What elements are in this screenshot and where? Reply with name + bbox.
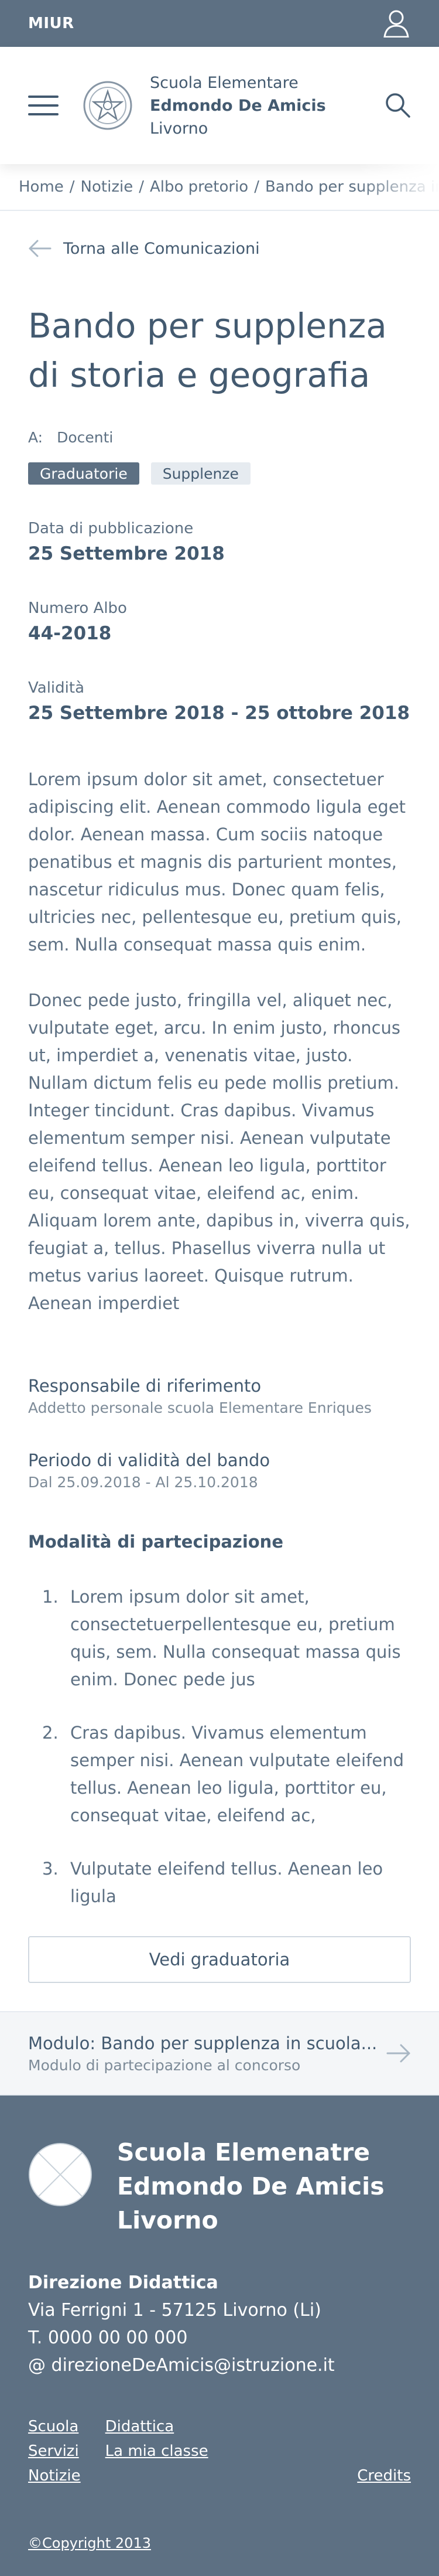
meta-value: 44-2018 bbox=[28, 623, 112, 644]
info-value: Addetto personale scuola Elementare Enri… bbox=[28, 1399, 372, 1416]
body-paragraph: Lorem ipsum dolor sit amet, consectetuer… bbox=[28, 769, 406, 955]
module-text: Modulo: Bando per supplenza in scuola...… bbox=[28, 2033, 377, 2074]
back-link-label: Torna alle Comunicazioni bbox=[63, 239, 260, 258]
back-link[interactable]: Torna alle Comunicazioni bbox=[28, 237, 439, 260]
breadcrumb-current[interactable]: Bando per supplenza in scuola elementare bbox=[265, 178, 439, 196]
contacts-title: Direzione Didattica bbox=[28, 2272, 218, 2293]
meta-validity: Validità 25 Settembre 2018 - 25 ottobre … bbox=[28, 679, 411, 724]
user-icon[interactable] bbox=[382, 9, 411, 38]
school-line-1: Scuola Elementare bbox=[150, 73, 299, 92]
meta-publication-date: Data di pubblicazione 25 Settembre 2018 bbox=[28, 520, 411, 564]
breadcrumb-notizie[interactable]: Notizie bbox=[81, 178, 133, 196]
meta-label: Numero Albo bbox=[28, 599, 127, 617]
hamburger-icon[interactable] bbox=[28, 96, 59, 115]
module-link[interactable]: Modulo: Bando per supplenza in scuola...… bbox=[0, 2011, 439, 2095]
breadcrumb-separator: / bbox=[254, 178, 259, 196]
step-text: Cras dapibus. Vivamus elementum semper n… bbox=[70, 1723, 404, 1825]
page-title: Bando per supplenza di storia e geografi… bbox=[28, 306, 387, 395]
view-ranking-button[interactable]: Vedi graduatoria bbox=[28, 1936, 411, 1983]
footer-link-notizie[interactable]: Notizie bbox=[28, 2463, 81, 2488]
tag-graduatorie[interactable]: Graduatorie bbox=[28, 462, 139, 485]
meta-info: Data di pubblicazione 25 Settembre 2018 … bbox=[28, 520, 411, 724]
step-number: 1. bbox=[42, 1587, 59, 1607]
target-label: A: bbox=[28, 429, 43, 446]
brand-label[interactable]: MIUR bbox=[28, 15, 74, 32]
footer-link-column-2: Didattica La mia classe bbox=[105, 2414, 208, 2488]
module-subtitle: Modulo di partecipazione al concorso bbox=[28, 2056, 301, 2074]
meta-value: 25 Settembre 2018 bbox=[28, 543, 225, 564]
info-label: Periodo di validità del bando bbox=[28, 1450, 270, 1470]
step-number: 3. bbox=[42, 1859, 59, 1879]
module-title: Modulo: Bando per supplenza in scuola... bbox=[28, 2033, 378, 2053]
footer-link-servizi[interactable]: Servizi bbox=[28, 2439, 81, 2463]
contacts-email[interactable]: @ direzioneDeAmicis@istruzione.it bbox=[28, 2352, 411, 2379]
footer-school-name: Scuola Elemenatre Edmondo De Amicis Livo… bbox=[117, 2135, 385, 2237]
footer-link-column-1: Scuola Servizi Notizie bbox=[28, 2414, 81, 2488]
list-item: 1. Lorem ipsum dolor sit amet, consectet… bbox=[28, 1583, 411, 1694]
school-line-2: Edmondo De Amicis bbox=[150, 96, 326, 115]
logo-placeholder-icon bbox=[29, 2143, 92, 2206]
meta-label: Data di pubblicazione bbox=[28, 520, 194, 537]
bando-info: Responsabile di riferimento Addetto pers… bbox=[28, 1376, 411, 1491]
site-header: Scuola Elementare Edmondo De Amicis Livo… bbox=[0, 47, 439, 164]
target-audience: A: Docenti bbox=[28, 429, 439, 446]
contacts-address: Via Ferrigni 1 - 57125 Livorno (Li) bbox=[28, 2300, 321, 2321]
footer-link-columns: Scuola Servizi Notizie Didattica La mia … bbox=[28, 2414, 208, 2488]
footer-header: Scuola Elemenatre Edmondo De Amicis Livo… bbox=[28, 2138, 411, 2237]
search-icon[interactable] bbox=[384, 91, 411, 118]
meta-albo-number: Numero Albo 44-2018 bbox=[28, 599, 411, 644]
footer-link-la-mia-classe[interactable]: La mia classe bbox=[105, 2439, 208, 2463]
footer-link-credits[interactable]: Credits bbox=[357, 2463, 411, 2488]
arrow-left-icon bbox=[29, 240, 52, 257]
footer-school-line-3: Livorno bbox=[117, 2206, 218, 2234]
target-value: Docenti bbox=[57, 429, 114, 446]
footer-school-line-2: Edmondo De Amicis bbox=[117, 2172, 385, 2200]
school-name[interactable]: Scuola Elementare Edmondo De Amicis Livo… bbox=[150, 71, 326, 140]
tag-list: Graduatorie Supplenze bbox=[28, 462, 439, 485]
contacts-phone[interactable]: T. 0000 00 00 000 bbox=[28, 2324, 411, 2352]
breadcrumb-separator: / bbox=[69, 178, 75, 196]
breadcrumb-home[interactable]: Home bbox=[19, 178, 64, 196]
site-footer: Scuola Elemenatre Edmondo De Amicis Livo… bbox=[0, 2095, 439, 2576]
tag-supplenze[interactable]: Supplenze bbox=[150, 462, 251, 485]
republic-emblem-icon bbox=[83, 81, 132, 130]
info-validity-period: Periodo di validità del bando Dal 25.09.… bbox=[28, 1450, 411, 1491]
breadcrumb-albo[interactable]: Albo pretorio bbox=[150, 178, 248, 196]
list-item: 2. Cras dapibus. Vivamus elementum sempe… bbox=[28, 1719, 411, 1829]
step-number: 2. bbox=[42, 1723, 59, 1743]
school-line-3: Livorno bbox=[150, 119, 208, 138]
step-text: Lorem ipsum dolor sit amet, consectetuer… bbox=[70, 1587, 401, 1689]
arrow-right-icon bbox=[386, 2044, 410, 2063]
step-text: Vulputate eleifend tellus. Aenean leo li… bbox=[70, 1859, 383, 1906]
footer-link-scuola[interactable]: Scuola bbox=[28, 2414, 81, 2439]
info-label: Responsabile di riferimento bbox=[28, 1376, 262, 1396]
meta-value: 25 Settembre 2018 - 25 ottobre 2018 bbox=[28, 703, 410, 724]
participation-title: Modalità di partecipazione bbox=[28, 1532, 283, 1552]
top-bar: MIUR bbox=[0, 0, 439, 47]
participation-steps: 1. Lorem ipsum dolor sit amet, consectet… bbox=[28, 1583, 411, 1910]
breadcrumb: Home / Notizie / Albo pretorio / Bando p… bbox=[0, 164, 439, 211]
meta-label: Validità bbox=[28, 679, 85, 697]
body-paragraph: Donec pede justo, fringilla vel, aliquet… bbox=[28, 990, 410, 1313]
footer-links: Scuola Servizi Notizie Didattica La mia … bbox=[28, 2414, 411, 2488]
footer-copyright[interactable]: ©Copyright 2013 bbox=[28, 2535, 411, 2551]
list-item: 3. Vulputate eleifend tellus. Aenean leo… bbox=[28, 1855, 411, 1910]
footer-link-didattica[interactable]: Didattica bbox=[105, 2414, 208, 2439]
info-responsible: Responsabile di riferimento Addetto pers… bbox=[28, 1376, 411, 1416]
footer-school-line-1: Scuola Elemenatre bbox=[117, 2138, 371, 2166]
info-value: Dal 25.09.2018 - Al 25.10.2018 bbox=[28, 1474, 258, 1491]
footer-contacts: Direzione Didattica Via Ferrigni 1 - 571… bbox=[28, 2269, 411, 2379]
breadcrumb-separator: / bbox=[139, 178, 144, 196]
